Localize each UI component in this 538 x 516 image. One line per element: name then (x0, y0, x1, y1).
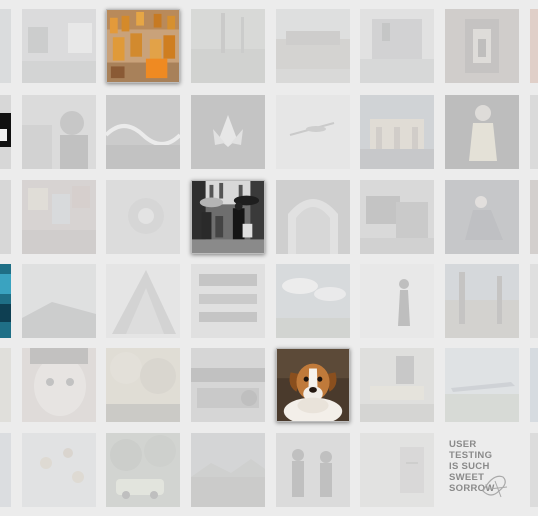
photo-tile[interactable] (191, 433, 265, 507)
photo-thumbnail (445, 180, 519, 254)
photo-tile[interactable] (360, 9, 434, 83)
photo-thumbnail (276, 264, 350, 338)
photo-thumbnail (191, 9, 265, 83)
photo-thumbnail (191, 433, 265, 507)
photo-thumbnail (276, 433, 350, 507)
photo-thumbnail (360, 264, 434, 338)
photo-thumbnail (277, 349, 349, 421)
photo-thumbnail (445, 348, 519, 422)
photo-tile[interactable] (22, 264, 96, 338)
photo-thumbnail (22, 180, 96, 254)
photo-tile[interactable] (22, 180, 96, 254)
photo-thumbnail (360, 9, 434, 83)
photo-tile-edge[interactable] (0, 180, 11, 254)
photo-tile[interactable] (22, 433, 96, 507)
photo-thumbnail (445, 264, 519, 338)
photo-tile[interactable] (106, 348, 180, 422)
photo-thumbnail (360, 348, 434, 422)
photo-thumbnail (445, 9, 519, 83)
text-tile[interactable]: USER TESTING IS SUCH SWEET SORROW (445, 433, 519, 507)
photo-tile[interactable] (445, 348, 519, 422)
photo-tile[interactable] (445, 9, 519, 83)
photo-tile[interactable] (445, 95, 519, 169)
photo-tile-edge[interactable] (0, 95, 11, 169)
photo-thumbnail (360, 180, 434, 254)
photo-tile[interactable] (106, 180, 180, 254)
photo-thumbnail (276, 95, 350, 169)
photo-thumbnail (191, 348, 265, 422)
photo-tile[interactable] (276, 9, 350, 83)
photo-tile[interactable] (276, 264, 350, 338)
photo-tile-edge[interactable] (530, 264, 538, 338)
photo-thumbnail (191, 95, 265, 169)
photo-tile-edge[interactable] (0, 348, 11, 422)
photo-tile[interactable] (191, 9, 265, 83)
photo-thumbnail (106, 95, 180, 169)
photo-tile[interactable] (191, 264, 265, 338)
photo-thumbnail (106, 433, 180, 507)
photo-thumbnail (360, 433, 434, 507)
photo-tile[interactable] (22, 9, 96, 83)
photo-tile[interactable] (106, 95, 180, 169)
photo-tile-edge[interactable] (0, 9, 11, 83)
photo-tile[interactable] (191, 348, 265, 422)
photo-thumbnail (360, 95, 434, 169)
photo-thumbnail (445, 95, 519, 169)
photo-tile[interactable] (445, 264, 519, 338)
photo-tile[interactable] (22, 348, 96, 422)
photo-thumbnail (22, 264, 96, 338)
photo-thumbnail (276, 9, 350, 83)
photo-tile-edge[interactable] (530, 180, 538, 254)
photo-tile-edge[interactable] (0, 264, 11, 338)
photo-tile[interactable] (276, 180, 350, 254)
sketch-figure-icon (482, 475, 508, 498)
photo-tile[interactable] (276, 433, 350, 507)
photo-tile[interactable] (360, 348, 434, 422)
photo-thumbnail (276, 180, 350, 254)
photo-tile[interactable] (276, 95, 350, 169)
photo-thumbnail (22, 433, 96, 507)
photo-tile[interactable] (106, 9, 180, 83)
photo-tile-edge[interactable] (530, 433, 538, 507)
photo-tile[interactable] (360, 95, 434, 169)
photo-tile-edge[interactable] (530, 348, 538, 422)
photo-thumbnail (22, 348, 96, 422)
photo-tile[interactable] (191, 180, 265, 254)
photo-thumbnail (192, 181, 264, 253)
photo-tile[interactable] (360, 433, 434, 507)
photo-tile-edge[interactable] (0, 433, 11, 507)
photo-grid: USER TESTING IS SUCH SWEET SORROW (0, 0, 538, 516)
photo-tile[interactable] (106, 433, 180, 507)
photo-tile[interactable] (106, 264, 180, 338)
photo-tile[interactable] (22, 95, 96, 169)
photo-thumbnail (106, 180, 180, 254)
photo-tile-edge[interactable] (530, 9, 538, 83)
photo-tile-edge[interactable] (530, 95, 538, 169)
photo-tile[interactable] (191, 95, 265, 169)
photo-tile[interactable] (276, 348, 350, 422)
photo-thumbnail (22, 95, 96, 169)
photo-tile[interactable] (445, 180, 519, 254)
photo-thumbnail (107, 10, 179, 82)
photo-thumbnail (106, 348, 180, 422)
photo-tile[interactable] (360, 180, 434, 254)
photo-tile[interactable] (360, 264, 434, 338)
photo-thumbnail (106, 264, 180, 338)
photo-thumbnail (22, 9, 96, 83)
photo-thumbnail (191, 264, 265, 338)
